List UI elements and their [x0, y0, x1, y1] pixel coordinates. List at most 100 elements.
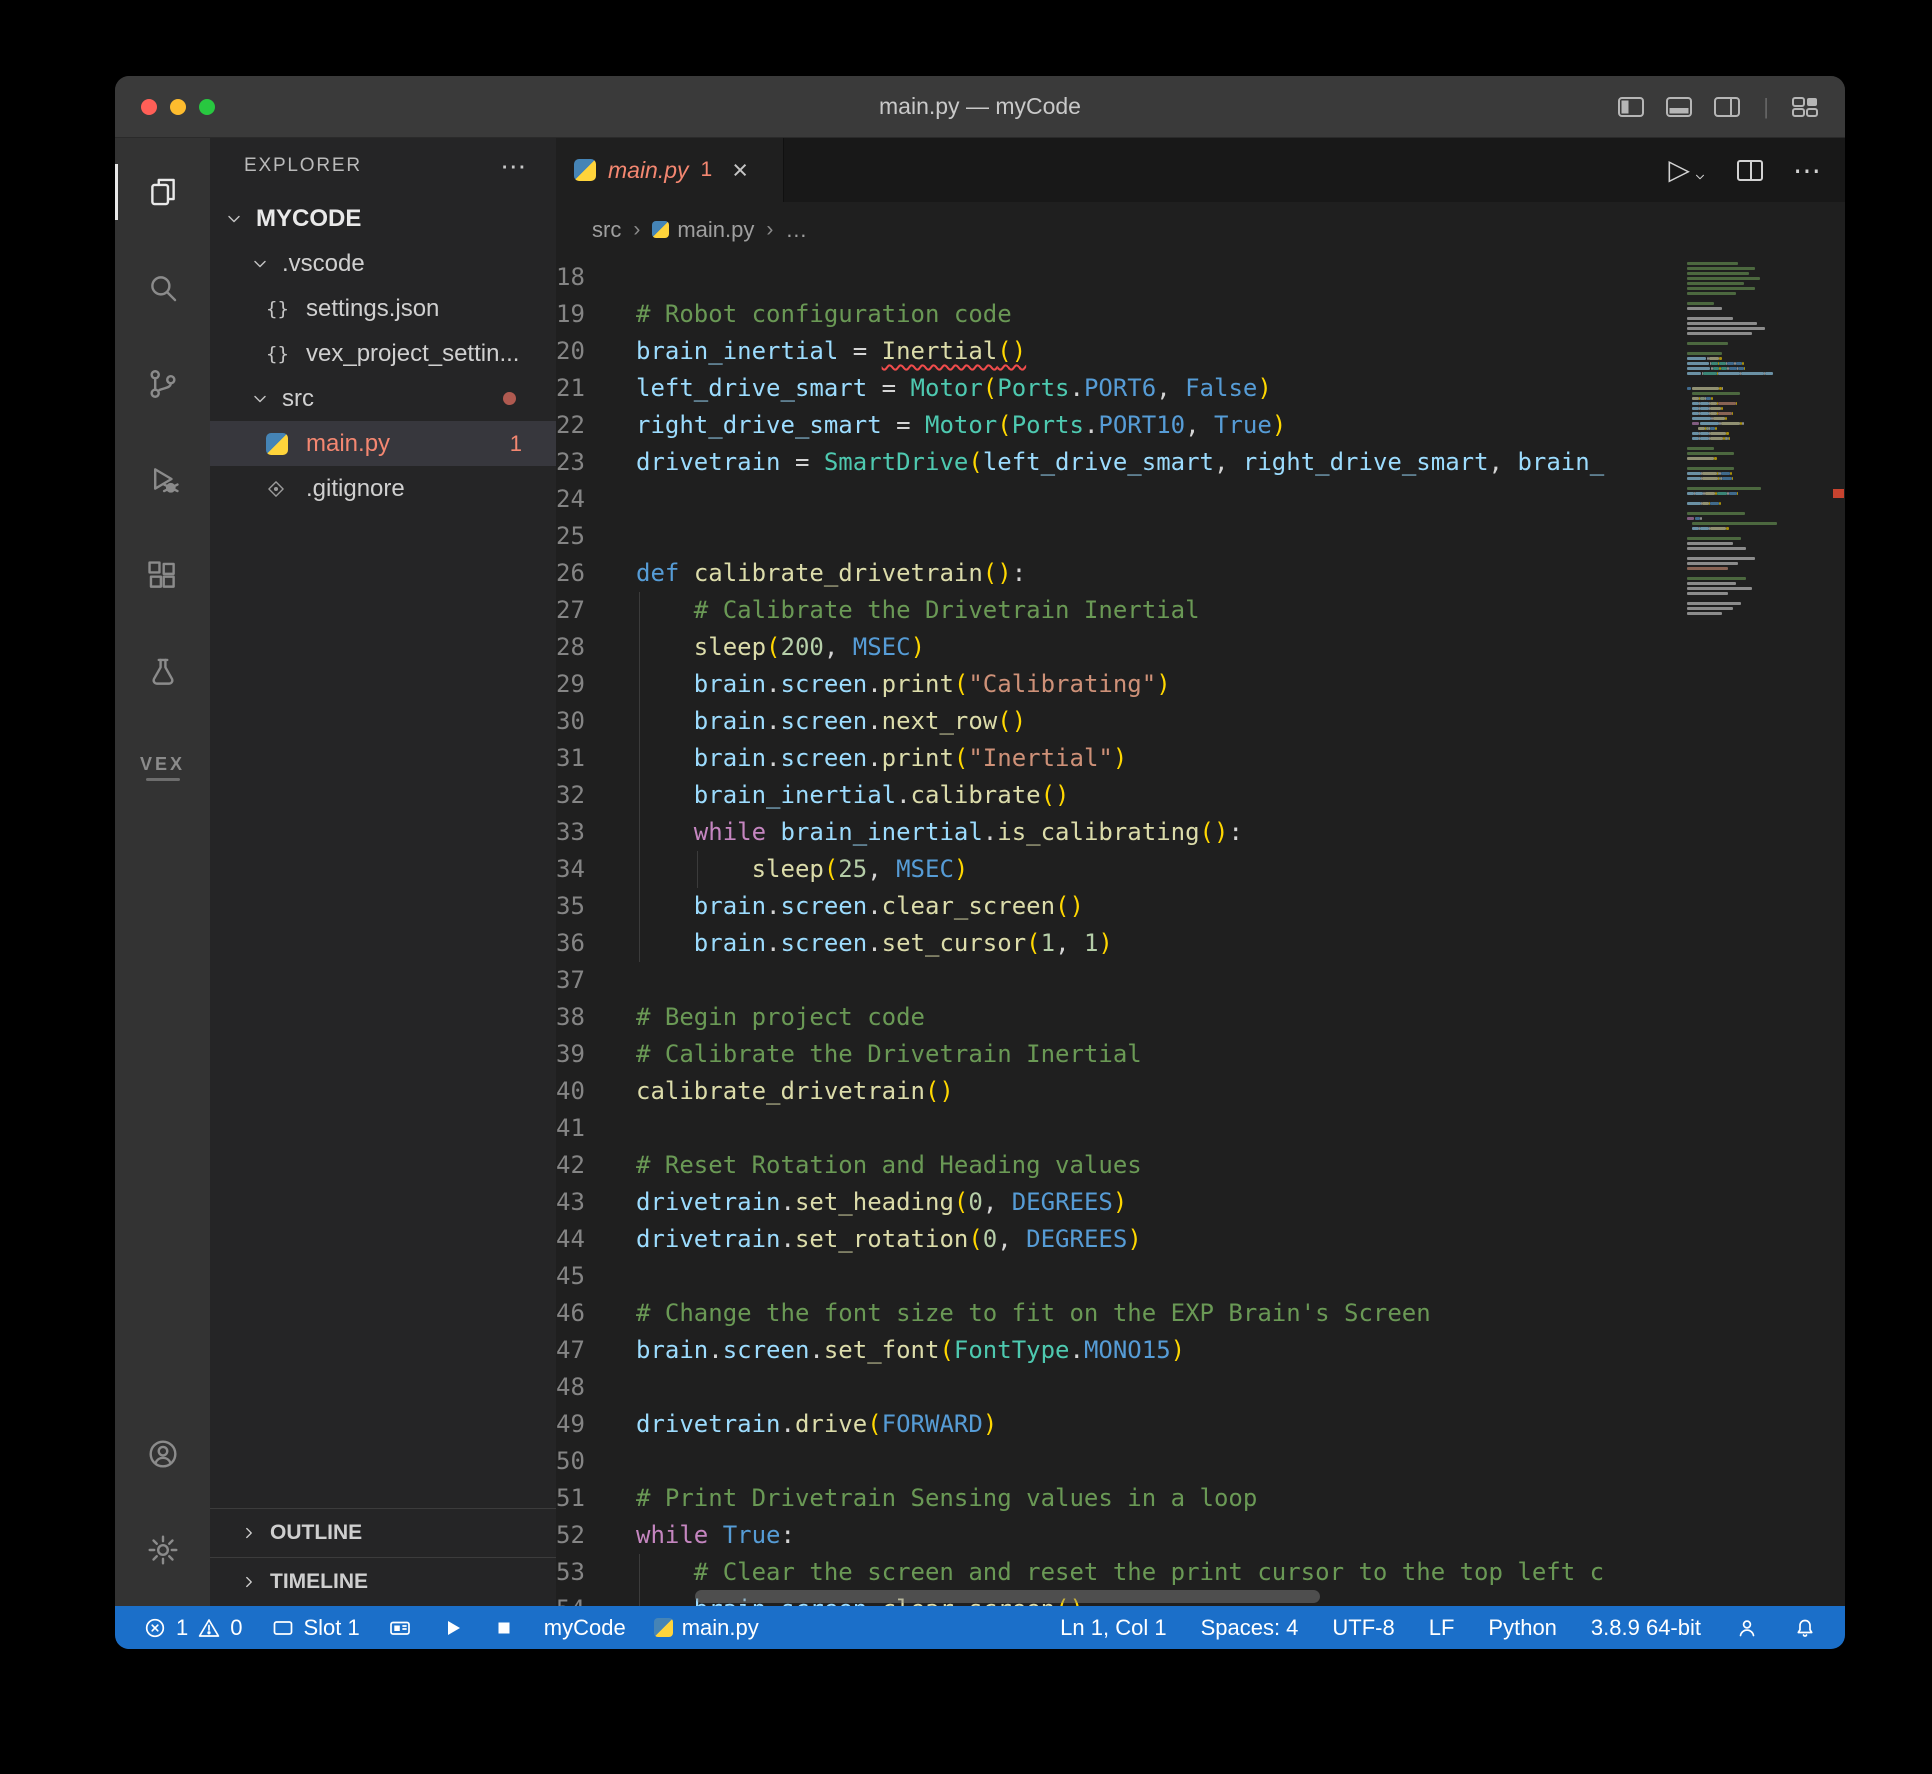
- breadcrumb-item[interactable]: src: [592, 217, 621, 243]
- code-line[interactable]: 51# Print Drivetrain Sensing values in a…: [556, 1480, 1845, 1517]
- code-line[interactable]: 36 brain.screen.set_cursor(1, 1): [556, 925, 1845, 962]
- activity-explorer[interactable]: [115, 144, 210, 240]
- status-problems[interactable]: 10: [143, 1615, 243, 1641]
- code-line[interactable]: 50: [556, 1443, 1845, 1480]
- toggle-panel-icon[interactable]: [1665, 95, 1693, 119]
- close-window-button[interactable]: [141, 99, 157, 115]
- code-line[interactable]: 30 brain.screen.next_row(): [556, 703, 1845, 740]
- status-indentation[interactable]: Spaces: 4: [1201, 1615, 1299, 1641]
- horizontal-scrollbar[interactable]: [695, 1590, 1320, 1603]
- activity-account[interactable]: [115, 1406, 210, 1502]
- code-line[interactable]: 46# Change the font size to fit on the E…: [556, 1295, 1845, 1332]
- activity-run-debug[interactable]: [115, 432, 210, 528]
- code-line[interactable]: 33 while brain_inertial.is_calibrating()…: [556, 814, 1845, 851]
- code-line[interactable]: 32 brain_inertial.calibrate(): [556, 777, 1845, 814]
- activity-testing[interactable]: [115, 624, 210, 720]
- chevron-down-icon: [250, 254, 270, 274]
- code-line[interactable]: 26def calibrate_drivetrain():: [556, 555, 1845, 592]
- run-python-file-icon[interactable]: ▷: [1668, 156, 1707, 184]
- status-cursor-position[interactable]: Ln 1, Col 1: [1060, 1615, 1166, 1641]
- code-line[interactable]: 21left_drive_smart = Motor(Ports.PORT6, …: [556, 370, 1845, 407]
- toggle-primary-sidebar-icon[interactable]: [1617, 95, 1645, 119]
- status-notifications[interactable]: [1793, 1616, 1817, 1640]
- tree-item-settings-json[interactable]: {}settings.json: [210, 286, 556, 331]
- tree-item-src[interactable]: src: [210, 376, 556, 421]
- code-line[interactable]: 53 # Clear the screen and reset the prin…: [556, 1554, 1845, 1591]
- code-line[interactable]: 43drivetrain.set_heading(0, DEGREES): [556, 1184, 1845, 1221]
- activity-source-control[interactable]: [115, 336, 210, 432]
- status-active-file[interactable]: main.py: [654, 1615, 759, 1641]
- tree-item-vex-project-settin-[interactable]: {}vex_project_settin...: [210, 331, 556, 376]
- maximize-window-button[interactable]: [199, 99, 215, 115]
- code-line[interactable]: 37: [556, 962, 1845, 999]
- code-line[interactable]: 24: [556, 481, 1845, 518]
- sidebar-more-actions-icon[interactable]: ⋯: [500, 151, 528, 182]
- code-line[interactable]: 38# Begin project code: [556, 999, 1845, 1036]
- status-vex-project[interactable]: myCode: [544, 1615, 626, 1641]
- code-line[interactable]: 45: [556, 1258, 1845, 1295]
- status-eol[interactable]: LF: [1429, 1615, 1455, 1641]
- code-line[interactable]: 47brain.screen.set_font(FontType.MONO15): [556, 1332, 1845, 1369]
- code-lines: 1819# Robot configuration code20brain_in…: [556, 257, 1845, 1606]
- code-line[interactable]: 19# Robot configuration code: [556, 296, 1845, 333]
- code-line[interactable]: 49drivetrain.drive(FORWARD): [556, 1406, 1845, 1443]
- tree-item-main-py[interactable]: main.py1: [210, 421, 556, 466]
- code-text: calibrate_drivetrain(): [636, 1073, 1845, 1110]
- code-line[interactable]: 35 brain.screen.clear_screen(): [556, 888, 1845, 925]
- line-number: 47: [556, 1332, 636, 1369]
- status-vex-slot[interactable]: Slot 1: [271, 1615, 360, 1641]
- activity-search[interactable]: [115, 240, 210, 336]
- code-line[interactable]: 44drivetrain.set_rotation(0, DEGREES): [556, 1221, 1845, 1258]
- activity-vex[interactable]: VEX: [115, 720, 210, 816]
- tree-item--gitignore[interactable]: .gitignore: [210, 466, 556, 511]
- line-number: 20: [556, 333, 636, 370]
- split-editor-icon[interactable]: [1737, 160, 1763, 181]
- code-line[interactable]: 28 sleep(200, MSEC): [556, 629, 1845, 666]
- line-number: 26: [556, 555, 636, 592]
- status-vex-stop[interactable]: [492, 1616, 516, 1640]
- code-line[interactable]: 31 brain.screen.print("Inertial"): [556, 740, 1845, 777]
- tab-main-py[interactable]: main.py 1 ×: [556, 138, 784, 202]
- extensions-icon: [146, 559, 180, 593]
- tree-item-mycode[interactable]: MYCODE: [210, 196, 556, 241]
- code-line[interactable]: 29 brain.screen.print("Calibrating"): [556, 666, 1845, 703]
- code-line[interactable]: 48: [556, 1369, 1845, 1406]
- minimap[interactable]: [1681, 257, 1831, 621]
- breadcrumb-item[interactable]: …: [785, 217, 807, 243]
- code-line[interactable]: 18: [556, 259, 1845, 296]
- tree-item--vscode[interactable]: .vscode: [210, 241, 556, 286]
- status-vex-brain[interactable]: [388, 1616, 412, 1640]
- code-line[interactable]: 42# Reset Rotation and Heading values: [556, 1147, 1845, 1184]
- section-outline[interactable]: OUTLINE: [210, 1508, 556, 1557]
- code-line[interactable]: 23drivetrain = SmartDrive(left_drive_sma…: [556, 444, 1845, 481]
- code-line[interactable]: 41: [556, 1110, 1845, 1147]
- code-line[interactable]: 25: [556, 518, 1845, 555]
- code-line[interactable]: 20brain_inertial = Inertial(): [556, 333, 1845, 370]
- status-language[interactable]: Python: [1488, 1615, 1557, 1641]
- line-number: 36: [556, 925, 636, 962]
- status-interpreter[interactable]: 3.8.9 64-bit: [1591, 1615, 1701, 1641]
- code-line[interactable]: 22right_drive_smart = Motor(Ports.PORT10…: [556, 407, 1845, 444]
- code-line[interactable]: 39# Calibrate the Drivetrain Inertial: [556, 1036, 1845, 1073]
- toggle-secondary-sidebar-icon[interactable]: [1713, 95, 1741, 119]
- more-actions-icon[interactable]: ⋯: [1793, 154, 1821, 187]
- customize-layout-icon[interactable]: [1791, 95, 1819, 119]
- minimize-window-button[interactable]: [170, 99, 186, 115]
- code-line[interactable]: 27 # Calibrate the Drivetrain Inertial: [556, 592, 1845, 629]
- git-file-icon: [266, 479, 286, 499]
- status-vex-run[interactable]: [440, 1616, 464, 1640]
- code-line[interactable]: 52while True:: [556, 1517, 1845, 1554]
- status-encoding[interactable]: UTF-8: [1332, 1615, 1394, 1641]
- tree-item-label: .vscode: [282, 250, 365, 278]
- code-editor[interactable]: 1819# Robot configuration code20brain_in…: [556, 257, 1845, 1606]
- breadcrumb-item[interactable]: main.py: [652, 217, 754, 243]
- code-line[interactable]: 40calibrate_drivetrain(): [556, 1073, 1845, 1110]
- status-feedback[interactable]: [1735, 1616, 1759, 1640]
- activity-extensions[interactable]: [115, 528, 210, 624]
- line-number: 49: [556, 1406, 636, 1443]
- chevron-right-icon: [240, 1524, 258, 1542]
- tab-close-icon[interactable]: ×: [732, 157, 748, 184]
- section-timeline[interactable]: TIMELINE: [210, 1557, 556, 1606]
- activity-settings[interactable]: [115, 1502, 210, 1598]
- code-line[interactable]: 34 sleep(25, MSEC): [556, 851, 1845, 888]
